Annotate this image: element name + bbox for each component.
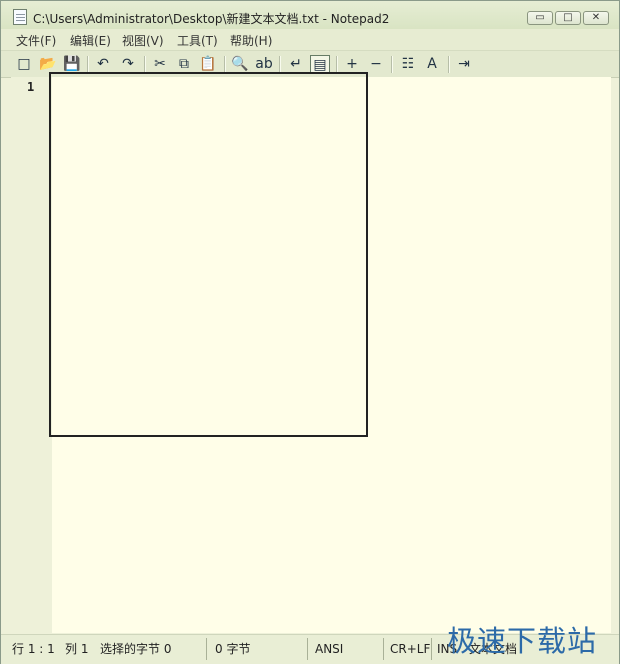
status-column: 列 1 bbox=[65, 642, 89, 656]
settings-icon[interactable]: ☷ bbox=[398, 55, 418, 73]
copy-icon[interactable]: ⧉ bbox=[174, 55, 194, 73]
document-outline bbox=[49, 72, 368, 437]
zoom-out-icon[interactable]: − bbox=[366, 55, 386, 73]
menu-edit[interactable]: 编辑(E) bbox=[70, 32, 111, 49]
new-icon[interactable]: □ bbox=[14, 55, 34, 73]
notepad2-window: C:\Users\Administrator\Desktop\新建文本文档.tx… bbox=[0, 0, 620, 664]
status-divider bbox=[206, 638, 207, 660]
title-bar: C:\Users\Administrator\Desktop\新建文本文档.tx… bbox=[1, 1, 619, 29]
status-line-ending[interactable]: CR+LF bbox=[390, 639, 430, 659]
exit-icon[interactable]: ⇥ bbox=[454, 55, 474, 73]
status-divider bbox=[431, 638, 432, 660]
zoom-in-icon[interactable]: + bbox=[342, 55, 362, 73]
undo-icon[interactable]: ↶ bbox=[93, 55, 113, 73]
window-title: C:\Users\Administrator\Desktop\新建文本文档.tx… bbox=[33, 12, 390, 26]
toolbar-separator bbox=[336, 56, 338, 73]
menu-file[interactable]: 文件(F) bbox=[16, 32, 56, 49]
menu-tools[interactable]: 工具(T) bbox=[177, 32, 218, 49]
save-icon[interactable]: 💾 bbox=[62, 55, 82, 73]
toolbar-separator bbox=[448, 56, 450, 73]
watermark-text: 极速下载站 bbox=[447, 624, 598, 658]
replace-icon[interactable]: ab bbox=[254, 55, 274, 73]
toolbar-separator bbox=[279, 56, 281, 73]
font-icon[interactable]: A bbox=[422, 55, 442, 73]
toolbar-separator bbox=[87, 56, 89, 73]
menu-help[interactable]: 帮助(H) bbox=[230, 32, 272, 49]
wordwrap-icon[interactable]: ↵ bbox=[286, 55, 306, 73]
close-button[interactable]: ✕ bbox=[583, 11, 609, 25]
open-icon[interactable]: 📂 bbox=[38, 55, 58, 73]
cut-icon[interactable]: ✂ bbox=[150, 55, 170, 73]
paste-icon[interactable]: 📋 bbox=[198, 55, 218, 73]
toolbar-separator bbox=[224, 56, 226, 73]
status-bytes: 0 字节 bbox=[215, 642, 251, 656]
line-number: 1 bbox=[27, 80, 35, 94]
notepad-icon bbox=[13, 9, 27, 25]
menu-bar: 文件(F) 编辑(E) 视图(V) 工具(T) 帮助(H) bbox=[1, 29, 619, 50]
menu-view[interactable]: 视图(V) bbox=[122, 32, 164, 49]
line-number-gutter: 1 bbox=[11, 77, 52, 633]
status-divider bbox=[307, 638, 308, 660]
redo-icon[interactable]: ↷ bbox=[118, 55, 138, 73]
minimize-button[interactable]: ▭ bbox=[527, 11, 553, 25]
status-selected-bytes: 选择的字节 0 bbox=[100, 642, 172, 656]
status-encoding[interactable]: ANSI bbox=[315, 639, 343, 659]
scheme-icon[interactable]: ▤ bbox=[310, 55, 330, 73]
status-position: 行 1 : 1 bbox=[12, 642, 55, 656]
status-divider bbox=[383, 638, 384, 660]
maximize-button[interactable]: □ bbox=[555, 11, 581, 25]
find-icon[interactable]: 🔍 bbox=[230, 55, 250, 73]
toolbar-separator bbox=[391, 56, 393, 73]
toolbar-separator bbox=[144, 56, 146, 73]
